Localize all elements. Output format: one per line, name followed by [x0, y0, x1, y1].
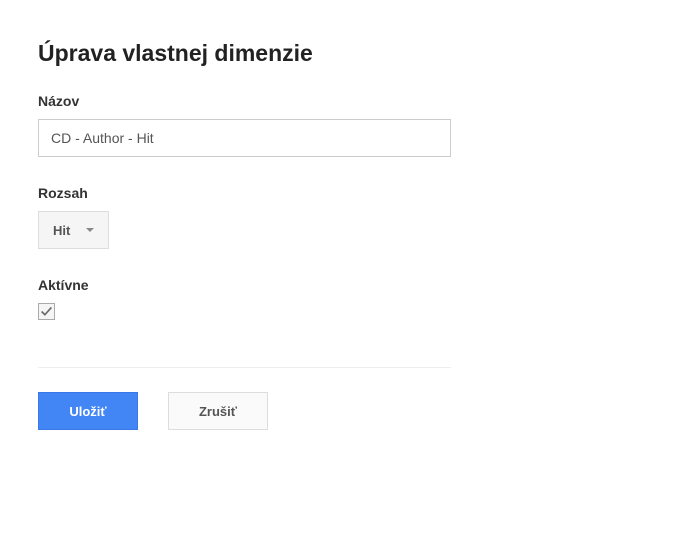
active-field-group: Aktívne [38, 277, 661, 323]
name-input[interactable] [38, 119, 451, 157]
action-buttons: Uložiť Zrušiť [38, 392, 661, 430]
scope-selected-value: Hit [53, 223, 70, 238]
scope-dropdown[interactable]: Hit [38, 211, 109, 249]
name-label: Názov [38, 93, 661, 109]
checkmark-icon [40, 305, 53, 318]
scope-field-group: Rozsah Hit [38, 185, 661, 249]
active-checkbox[interactable] [38, 303, 55, 320]
cancel-button[interactable]: Zrušiť [168, 392, 268, 430]
page-title: Úprava vlastnej dimenzie [38, 40, 661, 67]
chevron-down-icon [86, 228, 94, 232]
active-label: Aktívne [38, 277, 661, 293]
save-button[interactable]: Uložiť [38, 392, 138, 430]
name-field-group: Názov [38, 93, 661, 157]
scope-label: Rozsah [38, 185, 661, 201]
divider [38, 367, 451, 368]
